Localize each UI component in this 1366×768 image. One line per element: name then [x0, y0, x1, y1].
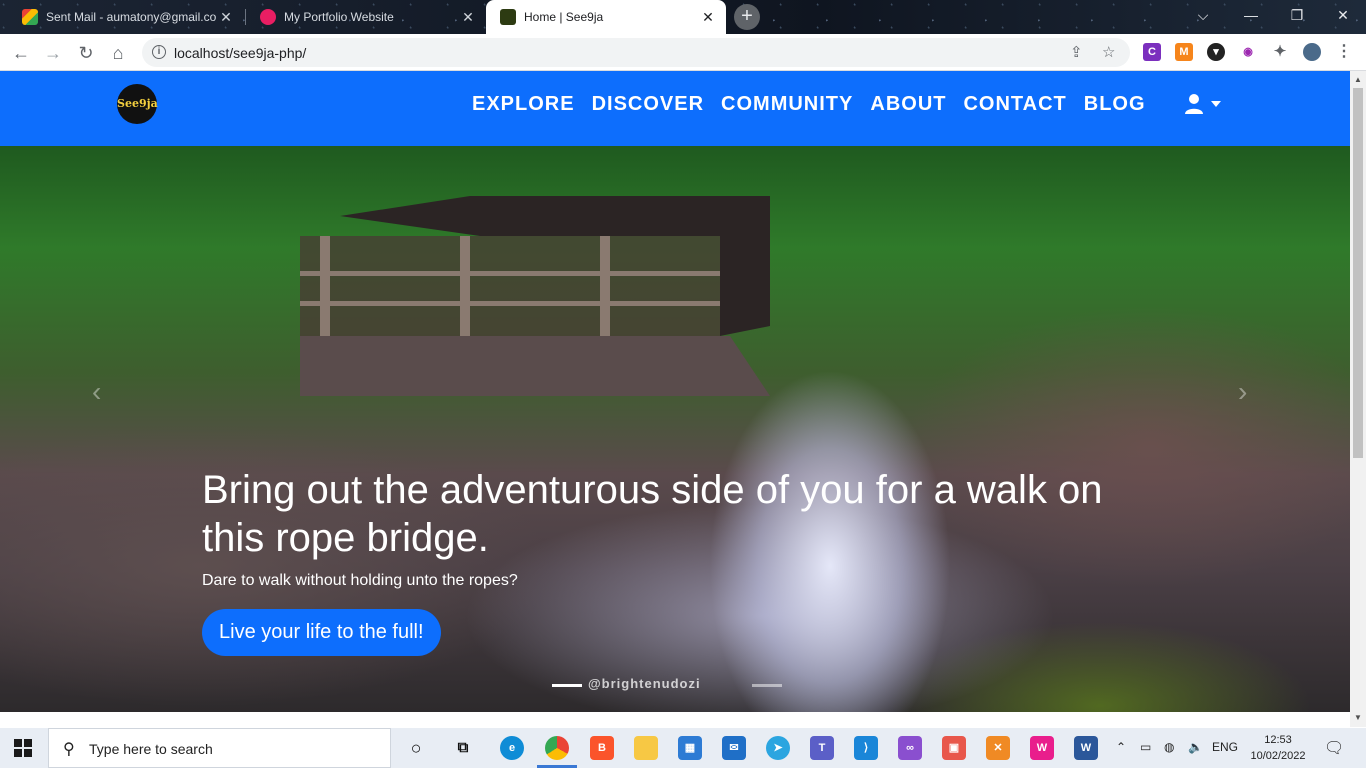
xampp-icon[interactable]: ✕ [986, 736, 1010, 760]
browser-tab-strip: Sent Mail - aumatony@gmail.co ✕ My Portf… [0, 0, 1366, 34]
tab-search-icon[interactable]: ⌵ [1180, 0, 1226, 30]
window-close-button[interactable]: ✕ [1320, 0, 1366, 30]
metamask-icon[interactable]: M [1175, 43, 1193, 61]
app-icon[interactable]: ▣ [942, 736, 966, 760]
minimize-button[interactable]: — [1228, 0, 1274, 30]
telegram-icon[interactable]: ➤ [766, 736, 790, 760]
brave-icon[interactable]: B [590, 736, 614, 760]
carousel-prev-icon[interactable]: ‹ [92, 376, 101, 408]
hero-subtitle: Dare to walk without holding unto the ro… [202, 572, 518, 589]
word-icon[interactable]: W [1074, 736, 1098, 760]
site-info-icon[interactable]: i [152, 45, 166, 59]
scrollbar-thumb[interactable] [1353, 88, 1363, 458]
share-icon[interactable]: ⇪ [1070, 43, 1083, 61]
hut-illustration [300, 196, 770, 396]
search-placeholder: Type here to search [89, 741, 213, 757]
chrome-icon[interactable] [545, 736, 569, 760]
nav-about[interactable]: ABOUT [870, 93, 946, 116]
clock[interactable]: 12:53 10/02/2022 [1248, 732, 1308, 764]
browser-toolbar: ← → ↻ ⌂ i localhost/see9ja-php/ ⇪ ☆ C M … [0, 34, 1366, 71]
carousel-indicator-1[interactable] [552, 684, 582, 687]
notifications-icon[interactable]: 🗨 [1324, 738, 1344, 758]
teams-icon[interactable]: T [810, 736, 834, 760]
network-icon[interactable]: ◍ [1164, 740, 1174, 754]
vscode-icon[interactable]: ⟩ [854, 736, 878, 760]
see9ja-favicon-icon [500, 9, 516, 25]
tab-label: Home | See9ja [524, 10, 604, 24]
portfolio-icon [260, 9, 276, 25]
taskbar-search-box[interactable]: ⚲ Type here to search [48, 728, 391, 768]
volume-icon[interactable]: 🔈 [1188, 740, 1203, 754]
clock-date: 10/02/2022 [1250, 750, 1306, 762]
menu-kebab-icon[interactable]: ⋮ [1335, 43, 1353, 61]
nav-explore[interactable]: EXPLORE [472, 93, 575, 116]
tab-sent-mail[interactable]: Sent Mail - aumatony@gmail.co ✕ [8, 0, 244, 34]
tab-label: My Portfolio Website [284, 10, 394, 24]
windows-start-icon[interactable] [14, 739, 32, 757]
user-icon [1185, 94, 1203, 114]
profile-avatar[interactable] [1303, 43, 1321, 61]
vertical-scrollbar[interactable]: ▲ ▼ [1350, 71, 1366, 727]
edge-icon[interactable]: e [500, 736, 524, 760]
bookmark-star-icon[interactable]: ☆ [1102, 43, 1115, 61]
cortana-icon[interactable]: ○ [404, 736, 428, 760]
user-menu-dropdown[interactable] [1184, 93, 1222, 115]
carousel-next-icon[interactable]: › [1238, 376, 1247, 408]
caret-down-icon [1211, 101, 1221, 107]
close-icon[interactable]: ✕ [700, 9, 716, 25]
microsoft-store-icon[interactable]: ▦ [678, 736, 702, 760]
close-icon[interactable]: ✕ [460, 9, 476, 25]
clock-time: 12:53 [1264, 734, 1292, 746]
reload-icon[interactable]: ↻ [73, 40, 99, 66]
main-nav: EXPLORE DISCOVER COMMUNITY ABOUT CONTACT… [472, 93, 1146, 116]
search-icon: ⚲ [63, 741, 75, 758]
wamp-icon[interactable]: W [1030, 736, 1054, 760]
site-logo[interactable]: See9ja [117, 84, 158, 124]
mail-icon[interactable]: ✉ [722, 736, 746, 760]
hero-caption: Bring out the adventurous side of you fo… [202, 466, 1122, 656]
site-navbar: See9ja EXPLORE DISCOVER COMMUNITY ABOUT … [0, 71, 1350, 146]
home-icon[interactable]: ⌂ [105, 40, 131, 66]
forward-icon[interactable]: → [40, 40, 66, 66]
windows-taskbar: ⚲ Type here to search ○ ⧉ e B ▦ ✉ ➤ T ⟩ … [0, 728, 1366, 768]
battery-icon[interactable]: ▭ [1140, 740, 1151, 754]
nav-discover[interactable]: DISCOVER [592, 93, 704, 116]
visual-studio-icon[interactable]: ∞ [898, 736, 922, 760]
extension-c-icon[interactable]: C [1143, 43, 1161, 61]
tab-portfolio[interactable]: My Portfolio Website ✕ [246, 0, 486, 34]
scroll-up-icon[interactable]: ▲ [1354, 75, 1362, 84]
nav-contact[interactable]: CONTACT [963, 93, 1066, 116]
close-icon[interactable]: ✕ [218, 9, 234, 25]
hero-title: Bring out the adventurous side of you fo… [202, 468, 1103, 560]
tab-home-see9ja[interactable]: Home | See9ja ✕ [486, 0, 726, 34]
tab-label: Sent Mail - aumatony@gmail.co [46, 10, 217, 24]
tray-overflow-icon[interactable]: ⌃ [1116, 740, 1126, 754]
new-tab-button[interactable]: + [734, 4, 760, 30]
extension-shield-icon[interactable]: ▾ [1207, 43, 1225, 61]
task-view-icon[interactable]: ⧉ [451, 736, 475, 760]
extensions-puzzle-icon[interactable]: ✦ [1271, 43, 1289, 61]
scroll-down-icon[interactable]: ▼ [1354, 713, 1362, 722]
extension-signal-icon[interactable]: ◉ [1239, 43, 1257, 61]
file-explorer-icon[interactable] [634, 736, 658, 760]
carousel-indicators [552, 684, 782, 687]
hero-carousel: ‹ › Bring out the adventurous side of yo… [0, 146, 1350, 712]
nav-blog[interactable]: BLOG [1084, 93, 1146, 116]
back-icon[interactable]: ← [8, 40, 34, 66]
language-indicator[interactable]: ENG [1212, 740, 1238, 754]
address-bar[interactable]: i localhost/see9ja-php/ ⇪ ☆ [142, 38, 1130, 67]
nav-community[interactable]: COMMUNITY [721, 93, 853, 116]
hero-cta-button[interactable]: Live your life to the full! [202, 609, 441, 656]
url-text[interactable]: localhost/see9ja-php/ [174, 45, 306, 61]
carousel-indicator-3[interactable] [752, 684, 782, 687]
webpage: See9ja EXPLORE DISCOVER COMMUNITY ABOUT … [0, 71, 1350, 712]
restore-button[interactable]: ❐ [1274, 0, 1320, 30]
gmail-icon [22, 9, 38, 25]
page-bottom-strip [0, 712, 1350, 727]
